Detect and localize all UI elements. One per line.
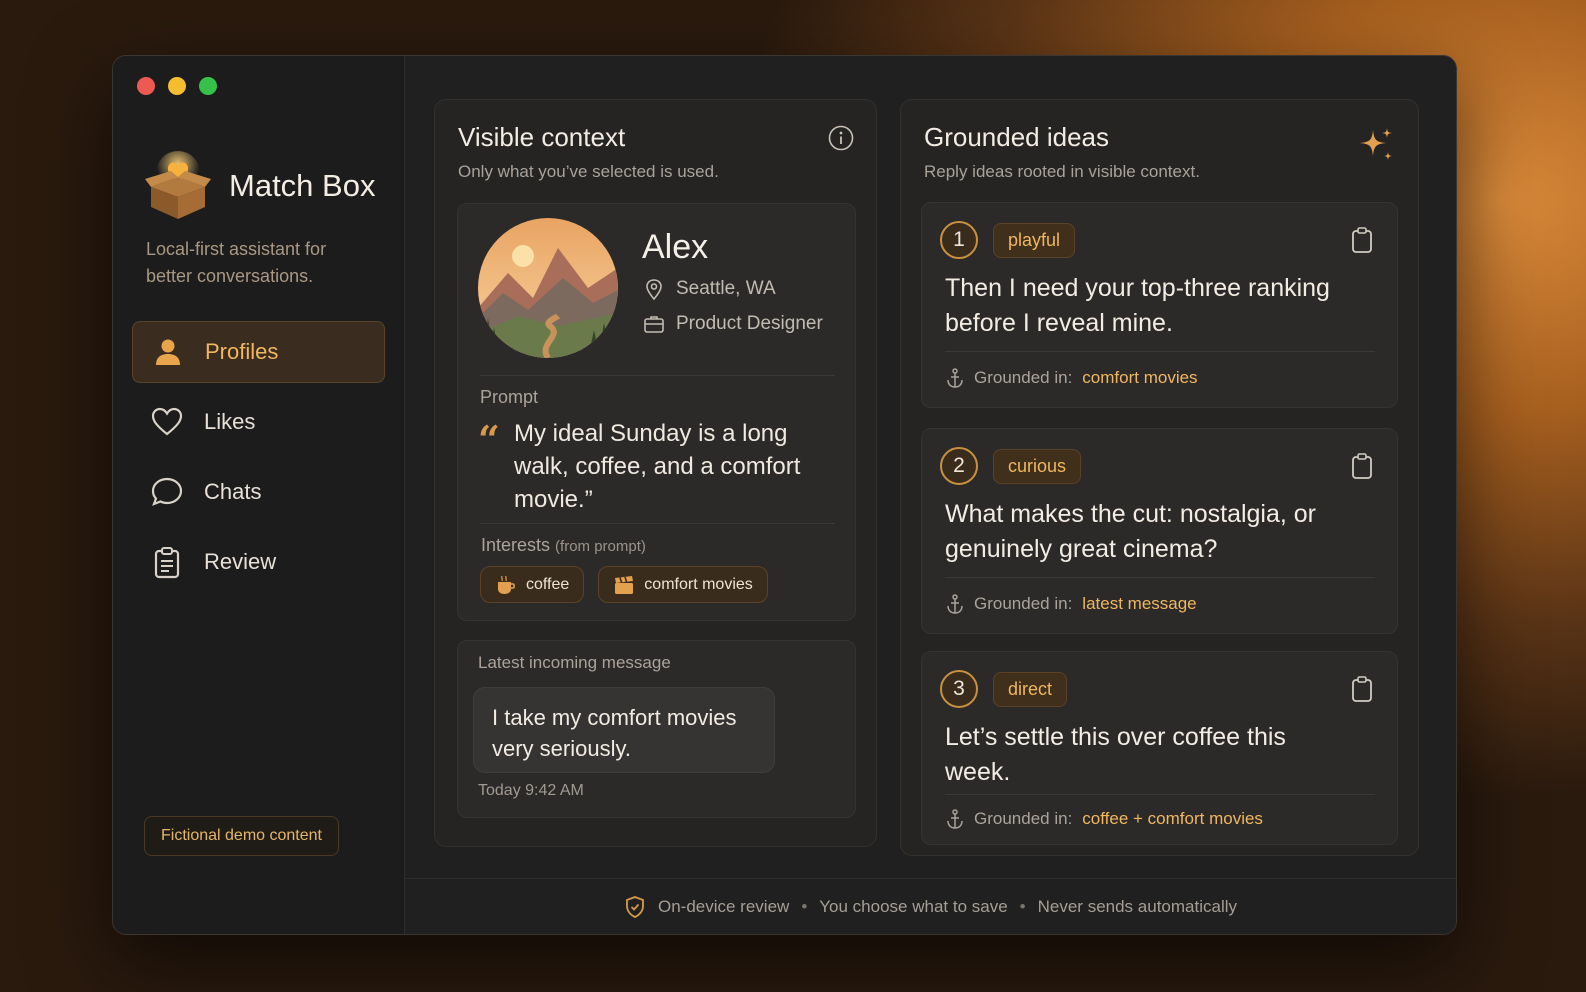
footer-item: Never sends automatically (1037, 896, 1237, 916)
panel-title: Grounded ideas (924, 122, 1110, 152)
copy-icon[interactable] (1349, 675, 1375, 703)
person-icon (156, 339, 180, 365)
visible-context-panel: Visible context Only what you’ve selecte… (434, 99, 877, 847)
idea-number: 1 (940, 221, 978, 259)
grounded-source-text: latest message (1082, 594, 1197, 613)
idea-card: 1 playful Then I need your top-three ran… (921, 202, 1398, 408)
footer-bar: On-device review • You choose what to sa… (405, 878, 1456, 934)
location-pin-icon (646, 279, 662, 301)
anchor-icon (947, 594, 963, 614)
sidebar-item-label: Likes (204, 409, 256, 434)
grounded-source-text: coffee + comfort movies (1082, 809, 1263, 828)
interests-note: (from prompt) (555, 538, 646, 555)
interest-chips: coffee comfort movies (480, 566, 768, 603)
sidebar-item-label: Review (204, 549, 277, 574)
mountain-landscape-avatar-icon (478, 218, 618, 358)
panel-subtitle: Only what you’ve selected is used. (458, 162, 719, 181)
footer-item: On-device review (657, 896, 790, 916)
profile-job: Product Designer (642, 312, 823, 336)
avatar (478, 218, 618, 358)
tone-tag: playful (993, 223, 1076, 258)
divider (945, 351, 1375, 352)
interests-label-text: Interests (481, 535, 551, 555)
sidebar-item-chats[interactable]: Chats (132, 461, 385, 523)
footer-separator: • (1019, 896, 1026, 916)
grounded-source-text: comfort movies (1082, 368, 1198, 387)
minimize-window-button[interactable] (168, 77, 186, 95)
copy-icon[interactable] (1349, 452, 1375, 480)
heart-box-logo-icon (145, 151, 211, 219)
sidebar-item-review[interactable]: Review (132, 531, 385, 593)
briefcase-icon (644, 316, 664, 333)
panel-title: Visible context (458, 122, 626, 152)
anchor-icon (947, 809, 963, 829)
sidebar-item-label: Profiles (205, 339, 279, 364)
clapperboard-icon (615, 575, 634, 594)
chip-label: coffee (526, 575, 570, 593)
interest-chip-comfort-movies[interactable]: comfort movies (598, 566, 768, 603)
quote-mark-icon: “ (478, 417, 500, 462)
app-tagline: Local-first assistant for better convers… (146, 239, 327, 286)
heart-icon (151, 407, 183, 436)
interests-label: Interests (from prompt) (481, 535, 646, 556)
idea-text[interactable]: What makes the cut: nostalgia, or genuin… (945, 497, 1345, 567)
demo-content-badge: Fictional demo content (144, 816, 339, 856)
panel-subtitle: Reply ideas rooted in visible context. (924, 162, 1200, 181)
prompt-text: My ideal Sunday is a long walk, coffee, … (514, 420, 801, 513)
chip-label: comfort movies (644, 575, 753, 593)
brand: Match Box (143, 151, 375, 221)
shield-check-icon (626, 895, 644, 918)
message-label: Latest incoming message (478, 653, 671, 672)
zoom-window-button[interactable] (199, 77, 217, 95)
sidebar-item-profiles[interactable]: Profiles (132, 321, 385, 383)
grounded-source: Grounded in: latest message (944, 593, 1197, 615)
window-controls (137, 77, 217, 95)
divider (480, 523, 835, 524)
sidebar-item-label: Chats (204, 479, 262, 504)
app-name: Match Box (229, 168, 376, 203)
grounded-label: Grounded in: (974, 368, 1073, 387)
idea-number: 3 (940, 670, 978, 708)
sidebar-nav: Profiles Likes Chats Review (132, 321, 385, 601)
clipboard-icon (154, 547, 180, 579)
divider (945, 577, 1375, 578)
grounded-label: Grounded in: (974, 809, 1073, 828)
footer-separator: • (801, 896, 808, 916)
profile-card: Alex Seattle, WA Product Designer Prompt… (457, 203, 856, 621)
message-bubble: I take my comfort movies very seriously. (473, 687, 775, 773)
latest-message-card: Latest incoming message I take my comfor… (457, 640, 856, 818)
prompt-label: Prompt (480, 387, 539, 407)
divider (945, 794, 1375, 795)
chat-bubble-icon (151, 477, 183, 506)
idea-card: 3 direct Let’s settle this over coffee t… (921, 651, 1398, 845)
close-window-button[interactable] (137, 77, 155, 95)
divider (480, 375, 835, 376)
profile-location: Seattle, WA (642, 277, 776, 301)
coffee-cup-icon (498, 575, 515, 594)
idea-number: 2 (940, 447, 978, 485)
main-content: Visible context Only what you’ve selecte… (405, 56, 1456, 934)
grounded-ideas-panel: Grounded ideas Reply ideas rooted in vis… (900, 99, 1419, 856)
idea-text[interactable]: Let’s settle this over coffee this week. (945, 720, 1345, 790)
location-text: Seattle, WA (676, 278, 776, 299)
idea-text[interactable]: Then I need your top-three ranking befor… (945, 271, 1345, 341)
profile-name: Alex (642, 228, 709, 266)
anchor-icon (947, 368, 963, 388)
tone-tag: direct (993, 672, 1068, 707)
idea-card: 2 curious What makes the cut: nostalgia,… (921, 428, 1398, 634)
interest-chip-coffee[interactable]: coffee (480, 566, 585, 603)
sidebar-item-likes[interactable]: Likes (132, 391, 385, 453)
message-timestamp: Today 9:42 AM (478, 782, 584, 799)
footer-item: You choose what to save (819, 896, 1008, 916)
grounded-label: Grounded in: (974, 594, 1073, 613)
job-text: Product Designer (676, 313, 823, 334)
grounded-source: Grounded in: coffee + comfort movies (944, 808, 1263, 830)
sparkle-icon (1360, 128, 1392, 160)
copy-icon[interactable] (1349, 226, 1375, 254)
tone-tag: curious (993, 449, 1082, 484)
sidebar: Match Box Local-first assistant for bett… (113, 56, 405, 934)
grounded-source: Grounded in: comfort movies (944, 367, 1198, 389)
app-window: Match Box Local-first assistant for bett… (112, 55, 1457, 935)
info-icon[interactable] (828, 125, 854, 151)
